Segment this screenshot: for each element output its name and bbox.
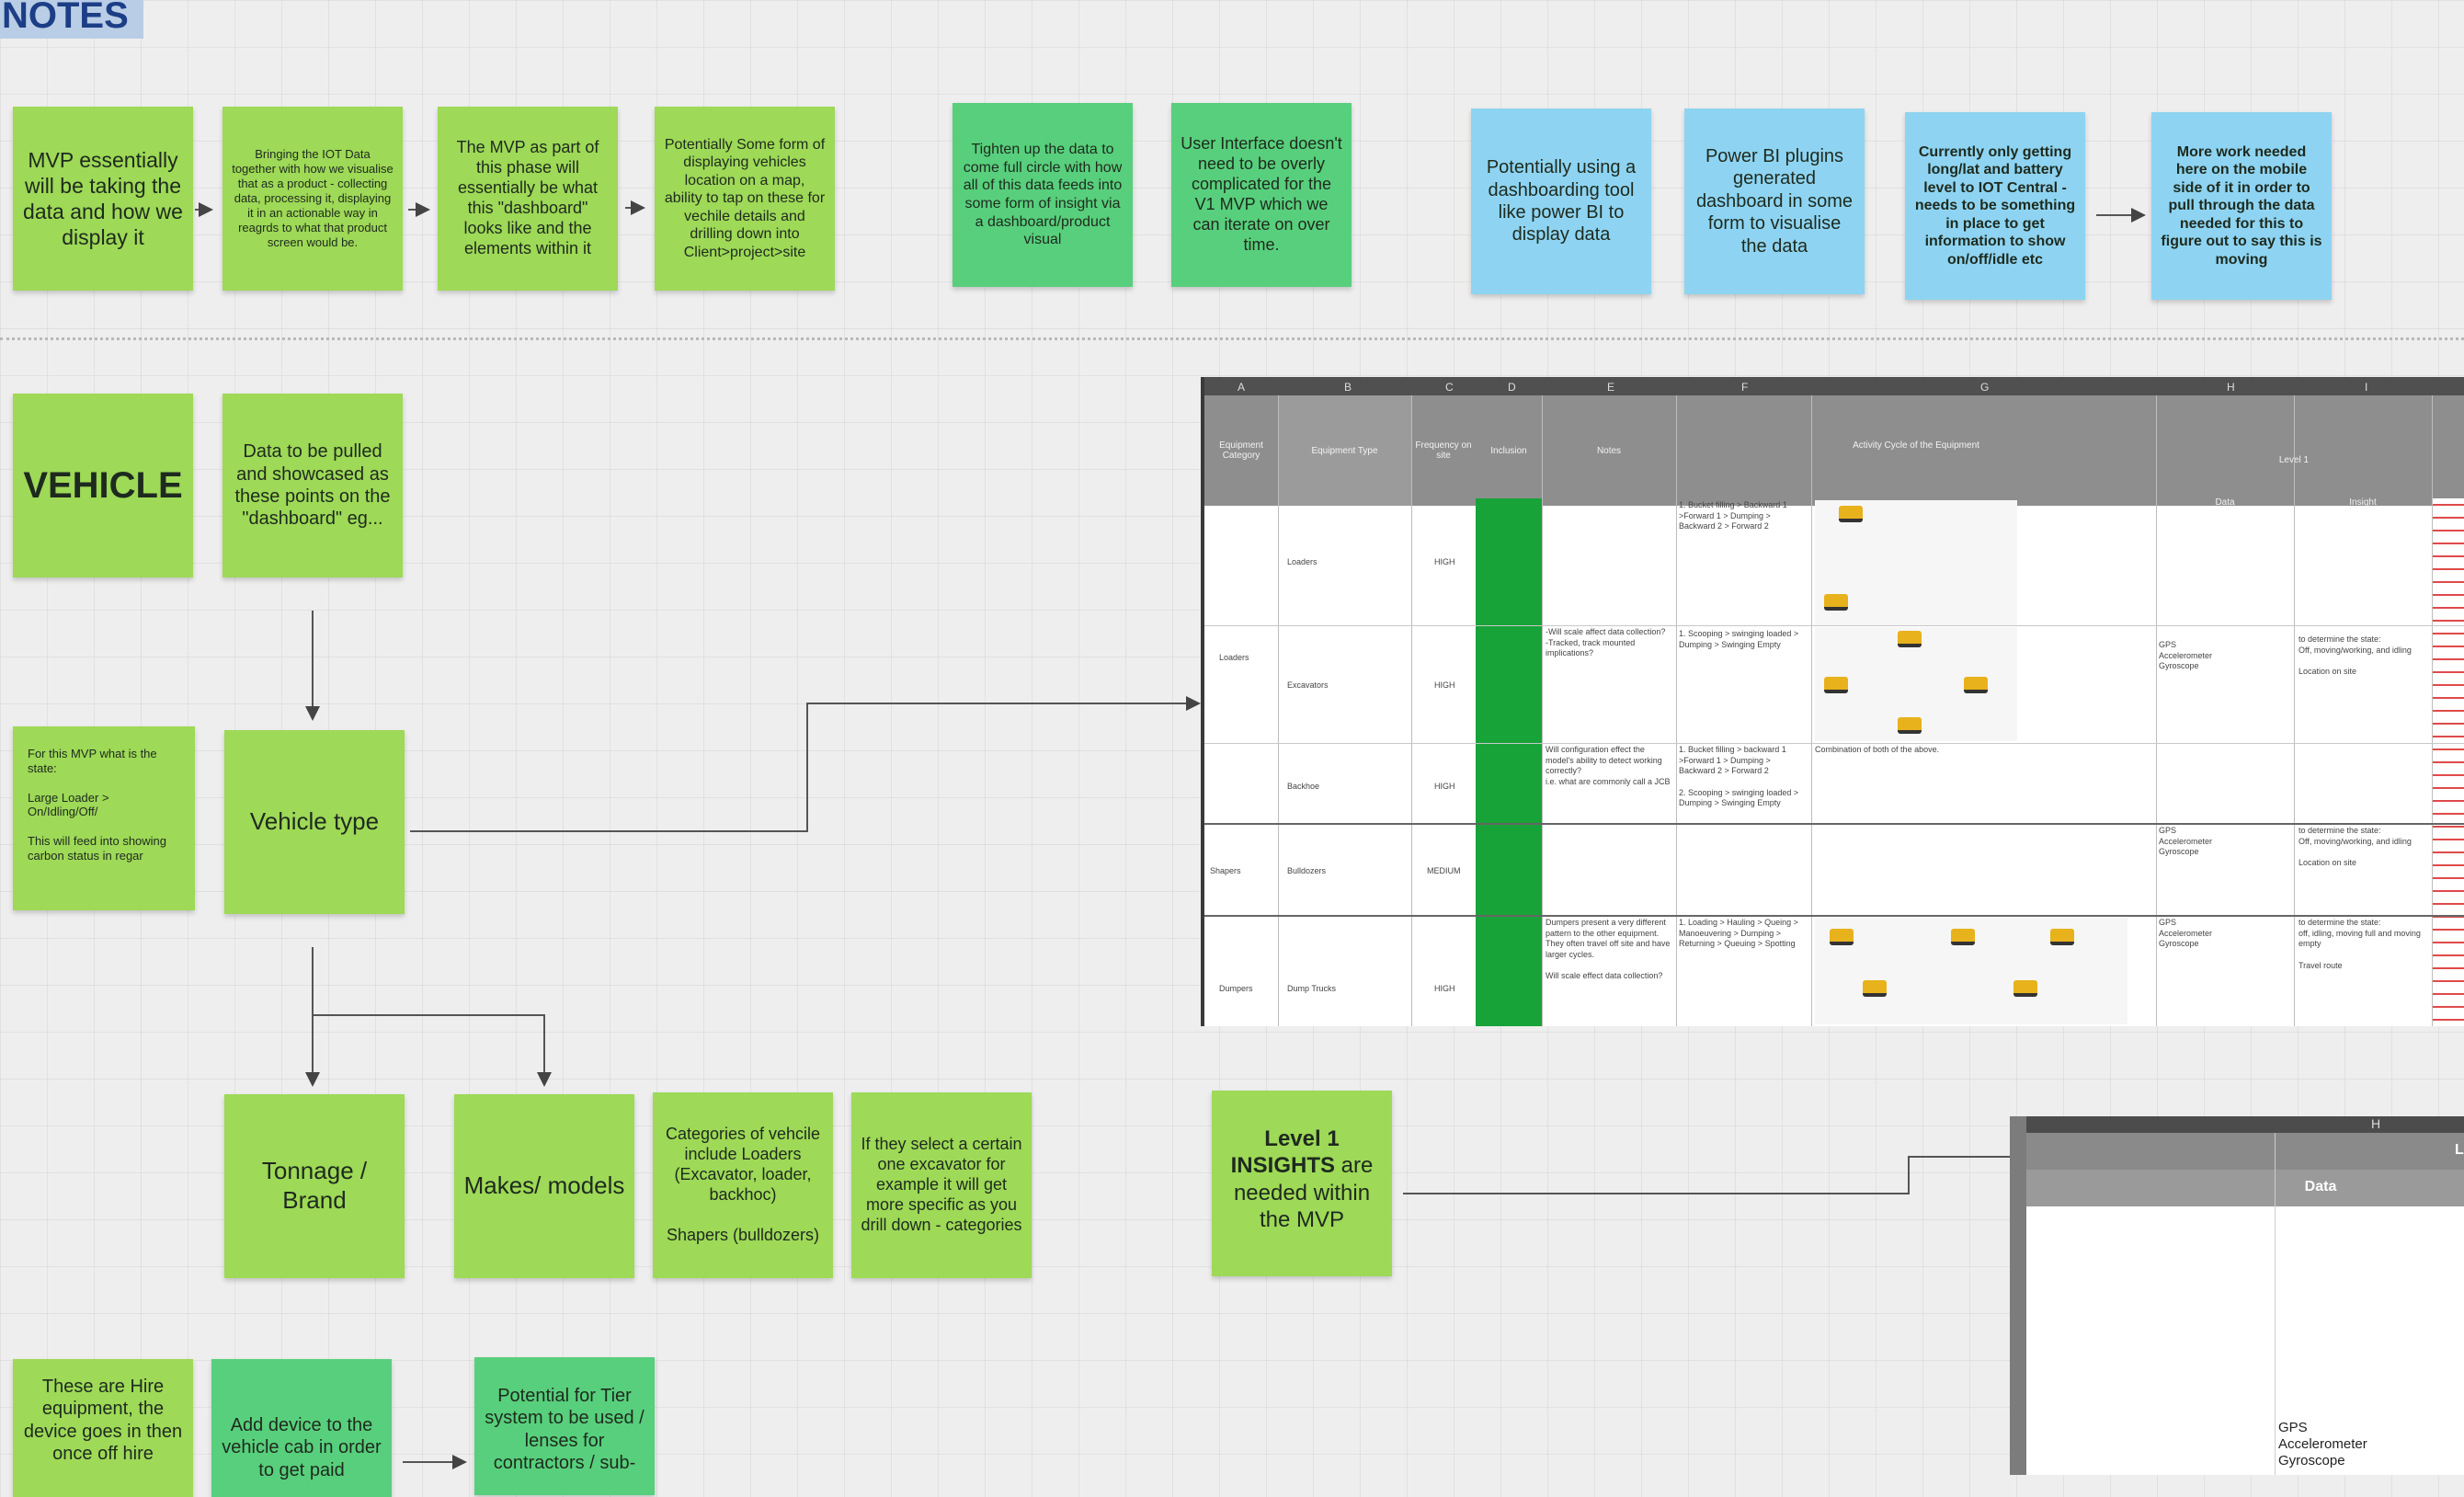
cell-frequency: HIGH (1434, 557, 1455, 566)
cell-data-sensors: GPS Accelerometer Gyroscope (2159, 918, 2213, 949)
cell-notes-config: Will configuration effect the model's ab… (1546, 745, 1671, 787)
cell-cycle-backhoe: 1. Bucket filling > backward 1 >Forward … (1679, 745, 1799, 808)
header-equipment-category: Equipment Category (1219, 440, 1263, 461)
embedded-spreadsheet-level1-image[interactable]: H Leve Data 2 3 4 GPS Accelerometer Gyro… (2010, 1116, 2464, 1475)
embedded-spreadsheet-image[interactable]: A B C D E F G H I Equipment Category Equ… (1201, 377, 2464, 1026)
cell-frequency: HIGH (1434, 782, 1455, 791)
col-letter: D (1508, 381, 1516, 394)
notes-frame-title[interactable]: NOTES (0, 0, 143, 39)
header-data: Data (2304, 1179, 2337, 1194)
excavator-vehicle-icon (1964, 677, 1988, 693)
sticky-note-vehicle-heading[interactable]: VEHICLE (13, 394, 193, 577)
dumper-vehicle-icon (1830, 929, 1854, 945)
cell-insight-state: to determine the state: Off, moving/work… (2299, 634, 2412, 677)
cell-data-sensors: GPS Accelerometer Gyroscope (2159, 826, 2213, 857)
sticky-note-vehicle-type[interactable]: Vehicle type (224, 730, 405, 914)
cell-cycle-excavator: 1. Scooping > swinging loaded > Dumping … (1679, 629, 1799, 649)
cell-cycle-combination: Combination of both of the above. (1815, 745, 1940, 754)
excavator-vehicle-icon (1898, 631, 1922, 647)
cell-data-sensors: GPS Accelerometer Gyroscope (2159, 640, 2213, 671)
col-letter: A (1238, 381, 1246, 394)
col-letter: H (2371, 1116, 2381, 1131)
sticky-note-makes-models[interactable]: Makes/ models (454, 1094, 634, 1278)
cell-data-sensors: GPS Accelerometer Gyroscope (2278, 1420, 2367, 1468)
row-number: 2 (2013, 1146, 2020, 1157)
cell-frequency: HIGH (1434, 984, 1455, 993)
sticky-note-tighten-data[interactable]: Tighten up the data to come full circle … (953, 103, 1133, 287)
excavator-vehicle-icon (1898, 717, 1922, 734)
cell-type-dump-trucks: Dump Trucks (1287, 984, 1337, 993)
col-letter: I (2365, 381, 2368, 394)
header-data: Data (2215, 497, 2235, 508)
cell-frequency: HIGH (1434, 680, 1455, 690)
sticky-note-level1-insights[interactable]: Level 1 INSIGHTS are needed within the M… (1212, 1091, 1392, 1276)
sticky-note-power-bi[interactable]: Potentially using a dashboarding tool li… (1471, 109, 1651, 294)
cell-insight-state: to determine the state: Off, moving/work… (2299, 826, 2412, 868)
row-number: 4 (2013, 1379, 2020, 1390)
header-equipment-type: Equipment Type (1311, 445, 1378, 456)
col-letter: E (1607, 381, 1615, 394)
sticky-note-categories[interactable]: Categories of vehcile include Loaders (E… (653, 1092, 833, 1278)
dumper-vehicle-icon (2013, 980, 2037, 997)
sticky-note-drill-down[interactable]: If they select a certain one excavator f… (851, 1092, 1032, 1278)
dumper-vehicle-icon (1863, 980, 1887, 997)
sticky-note-mvp-state[interactable]: For this MVP what is the state: Large Lo… (13, 726, 195, 910)
connector-arrow[interactable] (410, 696, 1201, 832)
dumper-vehicle-icon (1951, 929, 1975, 945)
cell-category-shapers: Shapers (1210, 866, 1241, 875)
whiteboard-canvas[interactable]: NOTES MVP essentially will be taking the… (0, 0, 2464, 1497)
section-divider (0, 337, 2464, 340)
header-insight: Insight (2349, 497, 2377, 508)
cell-notes-dumpers: Dumpers present a very different pattern… (1546, 918, 1671, 981)
red-text-column (2433, 498, 2464, 1026)
sticky-note-mvp[interactable]: MVP essentially will be taking the data … (13, 107, 193, 291)
header-frequency: Frequency on site (1415, 440, 1472, 461)
sticky-note-data-pulled[interactable]: Data to be pulled and showcased as these… (222, 394, 403, 577)
connector-arrow[interactable] (313, 1014, 552, 1087)
header-activity-cycle: Activity Cycle of the Equipment (1853, 440, 1979, 451)
sticky-note-long-lat[interactable]: Currently only getting long/lat and batt… (1905, 112, 2085, 300)
cell-type-backhoe: Backhoe (1287, 782, 1320, 791)
sticky-note-user-interface[interactable]: User Interface doesn't need to be overly… (1171, 103, 1352, 287)
header-notes: Notes (1596, 445, 1622, 456)
header-inclusion: Inclusion (1490, 445, 1527, 456)
excavator-vehicle-icon (1824, 677, 1848, 693)
cell-cycle-loader: 1. Bucket filling > Backward 1 >Forward … (1679, 500, 1787, 531)
cell-type-loaders: Loaders (1287, 557, 1318, 566)
header-level1: Leve (2455, 1142, 2464, 1158)
row-number: 3 (2013, 1183, 2020, 1194)
sticky-note-iot-data[interactable]: Bringing the IOT Data together with how … (222, 107, 403, 291)
sticky-note-hire-equipment[interactable]: These are Hire equipment, the device goe… (13, 1359, 193, 1497)
cell-type-excavators: Excavators (1287, 680, 1329, 690)
cell-category-loaders: Loaders (1219, 653, 1249, 662)
col-letter: B (1344, 381, 1352, 394)
cell-frequency: MEDIUM (1427, 866, 1461, 875)
sticky-note-add-device[interactable]: Add device to the vehicle cab in order t… (211, 1359, 392, 1497)
sticky-note-mvp-phase[interactable]: The MVP as part of this phase will essen… (438, 107, 618, 291)
col-letter: H (2227, 381, 2235, 394)
sticky-note-map-display[interactable]: Potentially Some form of displaying vehi… (655, 107, 835, 291)
sticky-note-tonnage-brand[interactable]: Tonnage / Brand (224, 1094, 405, 1278)
loader-vehicle-icon (1839, 506, 1863, 522)
sticky-note-power-bi-plugins[interactable]: Power BI plugins generated dashboard in … (1684, 109, 1865, 294)
level1-insights-emphasis: Level 1 INSIGHTS (1230, 1126, 1340, 1179)
cell-category-dumpers: Dumpers (1219, 984, 1253, 993)
sticky-note-mobile-side[interactable]: More work needed here on the mobile side… (2151, 112, 2332, 300)
loader-vehicle-icon (1824, 594, 1848, 611)
cell-cycle-dumper: 1. Loading > Hauling > Queing > Manoeuve… (1679, 918, 1798, 949)
inclusion-green-bar (1476, 498, 1542, 1026)
col-letter: C (1445, 381, 1454, 394)
cell-type-bulldozers: Bulldozers (1287, 866, 1327, 875)
cell-insight-dumper: to determine the state: off, idling, mov… (2299, 918, 2421, 970)
dumper-vehicle-icon (2050, 929, 2074, 945)
cell-notes-scale: -Will scale affect data collection? -Tra… (1546, 627, 1666, 658)
